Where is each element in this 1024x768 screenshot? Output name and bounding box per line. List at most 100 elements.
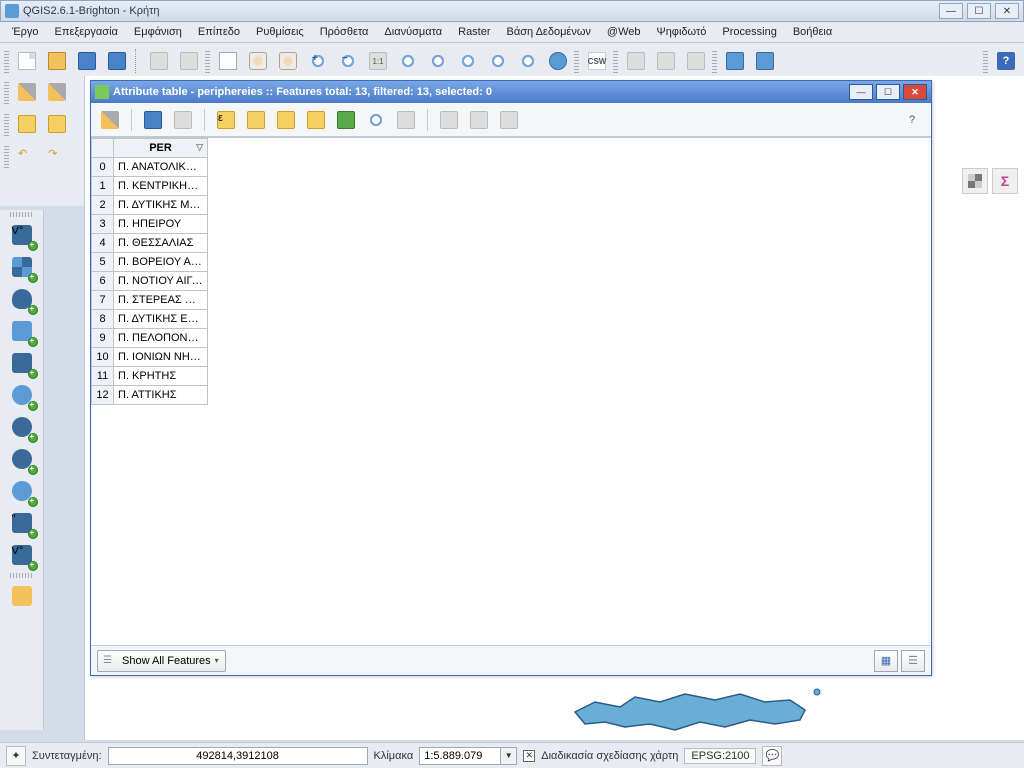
- toolbar-grip[interactable]: [613, 49, 618, 73]
- add-oracle-layer-button[interactable]: [8, 381, 36, 409]
- table-row[interactable]: 10Π. ΙΟΝΙΩΝ ΝΗΣΩΝ: [92, 348, 208, 367]
- row-number[interactable]: 9: [92, 329, 114, 348]
- row-number[interactable]: 3: [92, 215, 114, 234]
- row-number[interactable]: 4: [92, 234, 114, 253]
- form-view-button[interactable]: ☰: [901, 650, 925, 672]
- csw-button[interactable]: CSW: [583, 47, 611, 75]
- row-number[interactable]: 12: [92, 386, 114, 405]
- table-row[interactable]: 9Π. ΠΕΛΟΠΟΝΝΗ...: [92, 329, 208, 348]
- scale-dropdown[interactable]: ▼: [501, 747, 517, 765]
- add-spatialite-layer-button[interactable]: [8, 317, 36, 345]
- cell-per[interactable]: Π. ΚΕΝΤΡΙΚΗΣ Μ...: [114, 177, 208, 196]
- table-row[interactable]: 8Π. ΔΥΤΙΚΗΣ ΕΛΛ...: [92, 310, 208, 329]
- attr-minimize-button[interactable]: —: [849, 84, 873, 100]
- new-vector-layer-button[interactable]: V°: [8, 541, 36, 569]
- row-number[interactable]: 1: [92, 177, 114, 196]
- move-selection-top-button[interactable]: [273, 107, 299, 133]
- toolbar-grip[interactable]: [983, 49, 988, 73]
- processing-toolbox-button[interactable]: [721, 47, 749, 75]
- zoom-native-button[interactable]: 1:1: [364, 47, 392, 75]
- processing-model-button[interactable]: [751, 47, 779, 75]
- row-number[interactable]: 8: [92, 310, 114, 329]
- zoom-out-button[interactable]: [334, 47, 362, 75]
- attr-close-button[interactable]: ✕: [903, 84, 927, 100]
- composer-manager-button[interactable]: [175, 47, 203, 75]
- table-row[interactable]: 3Π. ΗΠΕΙΡΟΥ: [92, 215, 208, 234]
- menu-settings[interactable]: Ρυθμίσεις: [248, 24, 312, 40]
- help-button[interactable]: ?: [992, 47, 1020, 75]
- cell-per[interactable]: Π. ΙΟΝΙΩΝ ΝΗΣΩΝ: [114, 348, 208, 367]
- attr-help-button[interactable]: ?: [899, 107, 925, 133]
- cell-per[interactable]: Π. ΔΥΤΙΚΗΣ ΜΑΚ...: [114, 196, 208, 215]
- table-row[interactable]: 6Π. ΝΟΤΙΟΥ ΑΙΓΑ...: [92, 272, 208, 291]
- sigma-icon[interactable]: Σ: [992, 168, 1018, 194]
- cell-per[interactable]: Π. ΘΕΣΣΑΛΙΑΣ: [114, 234, 208, 253]
- table-row[interactable]: 1Π. ΚΕΝΤΡΙΚΗΣ Μ...: [92, 177, 208, 196]
- row-number[interactable]: 11: [92, 367, 114, 386]
- scale-input[interactable]: [419, 747, 501, 765]
- messages-log-button[interactable]: 💬: [762, 746, 782, 766]
- epsg-button[interactable]: EPSG:2100: [684, 748, 756, 764]
- deselect-all-button[interactable]: [243, 107, 269, 133]
- table-row[interactable]: 4Π. ΘΕΣΣΑΛΙΑΣ: [92, 234, 208, 253]
- row-number[interactable]: 2: [92, 196, 114, 215]
- menu-plugins[interactable]: Πρόσθετα: [312, 24, 377, 40]
- add-wms-layer-button[interactable]: [8, 413, 36, 441]
- save-project-button[interactable]: [73, 47, 101, 75]
- zoom-selection-button[interactable]: [424, 47, 452, 75]
- row-number[interactable]: 10: [92, 348, 114, 367]
- row-number[interactable]: 5: [92, 253, 114, 272]
- menu-processing[interactable]: Processing: [714, 24, 784, 40]
- cell-per[interactable]: Π. ΑΤΤΙΚΗΣ: [114, 386, 208, 405]
- maximize-button[interactable]: ☐: [967, 3, 991, 19]
- select-by-expression-button[interactable]: ε: [213, 107, 239, 133]
- new-project-button[interactable]: [13, 47, 41, 75]
- menu-project[interactable]: Έργο: [4, 24, 47, 40]
- table-row[interactable]: 7Π. ΣΤΕΡΕΑΣ ΕΛΛ...: [92, 291, 208, 310]
- copy-selected-button[interactable]: [393, 107, 419, 133]
- column-header-per[interactable]: PER▽: [114, 139, 208, 158]
- open-project-button[interactable]: [43, 47, 71, 75]
- toolbar-grip[interactable]: [4, 49, 9, 73]
- row-number[interactable]: 0: [92, 158, 114, 177]
- render-checkbox[interactable]: ✕: [523, 750, 535, 762]
- add-postgis-layer-button[interactable]: [8, 285, 36, 313]
- zoom-to-selected-button[interactable]: [363, 107, 389, 133]
- delete-column-button[interactable]: [466, 107, 492, 133]
- coordinate-input[interactable]: [108, 747, 368, 765]
- virtual-layer-button[interactable]: [8, 582, 36, 610]
- attr-maximize-button[interactable]: ☐: [876, 84, 900, 100]
- attribute-table-titlebar[interactable]: Attribute table - periphereies :: Featur…: [91, 81, 931, 103]
- menu-edit[interactable]: Επεξεργασία: [47, 24, 126, 40]
- delete-selected-button[interactable]: [170, 107, 196, 133]
- minimize-button[interactable]: —: [939, 3, 963, 19]
- table-row[interactable]: 0Π. ΑΝΑΤΟΛΙΚΗΣ ...: [92, 158, 208, 177]
- add-mssql-layer-button[interactable]: [8, 349, 36, 377]
- cell-per[interactable]: Π. ΠΕΛΟΠΟΝΝΗ...: [114, 329, 208, 348]
- cell-per[interactable]: Π. ΚΡΗΤΗΣ: [114, 367, 208, 386]
- field-calculator-button[interactable]: [496, 107, 522, 133]
- redo-button[interactable]: ↷: [43, 142, 71, 170]
- menu-raster[interactable]: Raster: [450, 24, 498, 40]
- add-wcs-layer-button[interactable]: [8, 445, 36, 473]
- edit-toggle-button[interactable]: [13, 78, 41, 106]
- zoom-layer-button[interactable]: [454, 47, 482, 75]
- menu-vector[interactable]: Διανύσματα: [376, 24, 450, 40]
- print-composer-button[interactable]: [145, 47, 173, 75]
- pan-to-selected-button[interactable]: [333, 107, 359, 133]
- add-raster-layer-button[interactable]: [8, 253, 36, 281]
- zoom-last-button[interactable]: [484, 47, 512, 75]
- new-column-button[interactable]: [436, 107, 462, 133]
- table-row[interactable]: 12Π. ΑΤΤΙΚΗΣ: [92, 386, 208, 405]
- show-all-features-button[interactable]: Show All Features: [97, 650, 226, 672]
- cell-per[interactable]: Π. ΔΥΤΙΚΗΣ ΕΛΛ...: [114, 310, 208, 329]
- cell-per[interactable]: Π. ΣΤΕΡΕΑΣ ΕΛΛ...: [114, 291, 208, 310]
- measure-button[interactable]: [622, 47, 650, 75]
- menu-view[interactable]: Εμφάνιση: [126, 24, 190, 40]
- zoom-next-button[interactable]: [514, 47, 542, 75]
- toolbar-grip[interactable]: [205, 49, 210, 73]
- add-wfs-layer-button[interactable]: [8, 477, 36, 505]
- table-row[interactable]: 5Π. ΒΟΡΕΙΟΥ ΑΙΓ...: [92, 253, 208, 272]
- invert-selection-button[interactable]: [303, 107, 329, 133]
- tool-icon[interactable]: [962, 168, 988, 194]
